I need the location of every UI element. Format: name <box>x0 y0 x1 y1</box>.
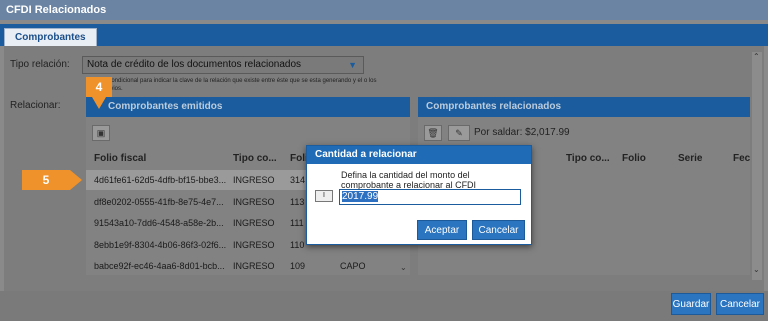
row-tipo[interactable]: INGRESO <box>233 240 275 250</box>
row-uuid[interactable]: df8e0202-0555-41fb-8e75-4e7... <box>94 197 224 207</box>
delete-button[interactable]: 🗑 <box>424 125 442 141</box>
edit-amount-button[interactable]: ✎ <box>448 125 470 141</box>
chevron-down-icon: ▼ <box>348 60 357 70</box>
col-serie-rel[interactable]: Serie <box>678 153 702 164</box>
edit-icon: ✎ <box>455 128 463 138</box>
relacionar-label: Relacionar: <box>10 100 61 111</box>
step-5-arrow <box>70 170 82 190</box>
relacionados-title: Comprobantes relacionados <box>426 101 562 112</box>
step-4-arrow <box>92 97 106 109</box>
guardar-button[interactable]: Guardar <box>671 293 711 315</box>
scroll-down-icon[interactable]: ⌄ <box>753 265 760 274</box>
window-title: CFDI Relacionados <box>0 0 768 20</box>
por-saldar-text: Por saldar: $2,017.99 <box>474 127 570 138</box>
col-fecha-rel[interactable]: Fec <box>733 153 750 164</box>
row-uuid[interactable]: 4d61fe61-62d5-4dfb-bf15-bbe3... <box>94 175 226 185</box>
row-tipo[interactable]: INGRESO <box>233 218 275 228</box>
amount-input[interactable]: 2017.99 <box>339 189 521 205</box>
scroll-down-icon[interactable]: ⌄ <box>400 263 407 272</box>
col-folio-rel[interactable]: Folio <box>622 153 646 164</box>
add-document-icon: ▣ <box>96 128 106 138</box>
row-folio[interactable]: 113 <box>290 197 304 207</box>
row-folio[interactable]: 110 <box>290 240 304 250</box>
row-uuid[interactable]: 8ebb1e9f-8304-4b06-86f3-02f6... <box>94 240 226 250</box>
col-tipo[interactable]: Tipo co... <box>233 153 277 164</box>
row-folio[interactable]: 314 <box>290 175 305 185</box>
amount-value: 2017.99 <box>342 191 379 202</box>
row-folio[interactable]: 109 <box>290 261 305 271</box>
row-tipo[interactable]: INGRESO <box>233 261 275 271</box>
tab-comprobantes[interactable]: Comprobantes <box>4 28 97 46</box>
step-5-badge: 5 <box>22 170 70 190</box>
step-4-badge: 4 <box>86 77 112 97</box>
emitidos-header: Comprobantes emitidos <box>86 97 410 117</box>
row-tipo[interactable]: INGRESO <box>233 197 275 207</box>
dialog-cancel-button[interactable]: Cancelar <box>472 220 525 240</box>
trash-icon: 🗑 <box>427 128 439 138</box>
scroll-up-icon[interactable]: ⌃ <box>753 52 760 61</box>
aceptar-button[interactable]: Aceptar <box>417 220 467 240</box>
footer-bar <box>0 291 768 321</box>
dialog-title: Cantidad a relacionar <box>307 146 531 164</box>
tipo-relacion-label: Tipo relación: <box>10 59 70 70</box>
tipo-relacion-select[interactable]: Nota de crédito de los documentos relaci… <box>82 56 364 74</box>
row-uuid[interactable]: babce92f-ec46-4aa6-8d01-bcb... <box>94 261 225 271</box>
row-tipo[interactable]: INGRESO <box>233 175 275 185</box>
tab-bar: Comprobantes <box>0 24 768 46</box>
main-scrollbar[interactable] <box>752 52 762 280</box>
footer-cancel-button[interactable]: Cancelar <box>716 293 764 315</box>
row-uuid[interactable]: 91543a10-7dd6-4548-a58e-2b... <box>94 218 224 228</box>
cantidad-dialog: Cantidad a relacionar Defina la cantidad… <box>306 145 532 245</box>
amount-input-icon: I <box>315 190 333 202</box>
emitidos-title: Comprobantes emitidos <box>108 101 223 112</box>
tipo-relacion-hint: Atributo condicional para indicar la cla… <box>86 78 377 92</box>
relacionados-header: Comprobantes relacionados <box>418 97 750 117</box>
row-serie[interactable]: CAPO <box>340 261 366 271</box>
row-folio[interactable]: 111 <box>290 218 304 228</box>
tipo-relacion-value: Nota de crédito de los documentos relaci… <box>87 59 302 70</box>
col-folio-fiscal[interactable]: Folio fiscal <box>94 153 146 164</box>
col-tipo-rel[interactable]: Tipo co... <box>566 153 610 164</box>
add-relation-button[interactable]: ▣ <box>92 125 110 141</box>
